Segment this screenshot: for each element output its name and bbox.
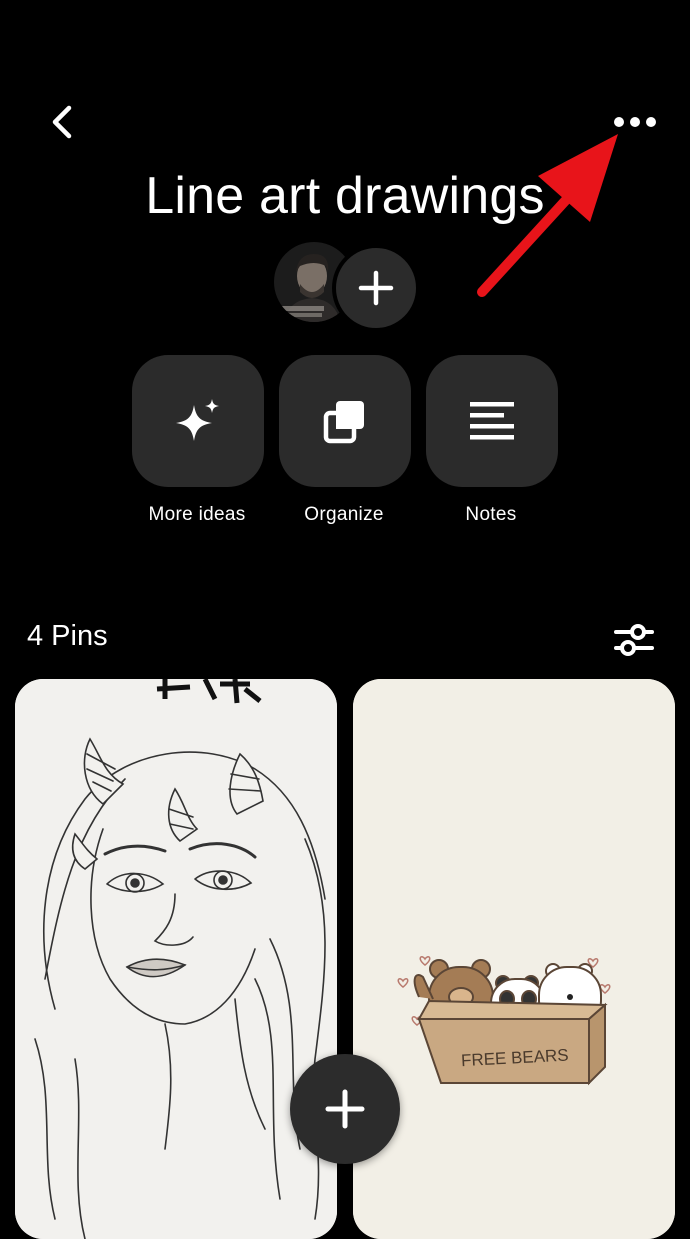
more-horizontal-icon [614,117,656,127]
pins-count: 4 Pins [27,620,108,652]
pin-image: FREE BEARS [353,679,675,1239]
add-pin-button[interactable] [290,1054,400,1164]
notes-button[interactable] [426,355,558,487]
pin-card-bears[interactable]: FREE BEARS [353,679,675,1239]
more-options-button[interactable] [606,100,664,144]
notes-label: Notes [465,504,517,525]
add-collaborator-button[interactable] [332,244,420,332]
organize-icon [323,401,364,444]
chevron-left-icon [52,105,72,139]
plus-icon [325,1089,365,1129]
plus-icon [358,270,394,306]
sliders-icon [614,624,654,656]
more-ideas-label: More ideas [148,504,246,525]
board-title: Line art drawings [145,167,545,225]
sparkle-icon [176,399,219,441]
pin-card-girl-drawing[interactable] [15,679,337,1239]
organize-label: Organize [304,504,384,525]
notes-icon [470,402,514,440]
filter-button[interactable] [610,616,658,664]
back-button[interactable] [40,100,84,144]
organize-button[interactable] [279,355,411,487]
pin-image [15,679,337,1239]
more-ideas-button[interactable] [132,355,264,487]
